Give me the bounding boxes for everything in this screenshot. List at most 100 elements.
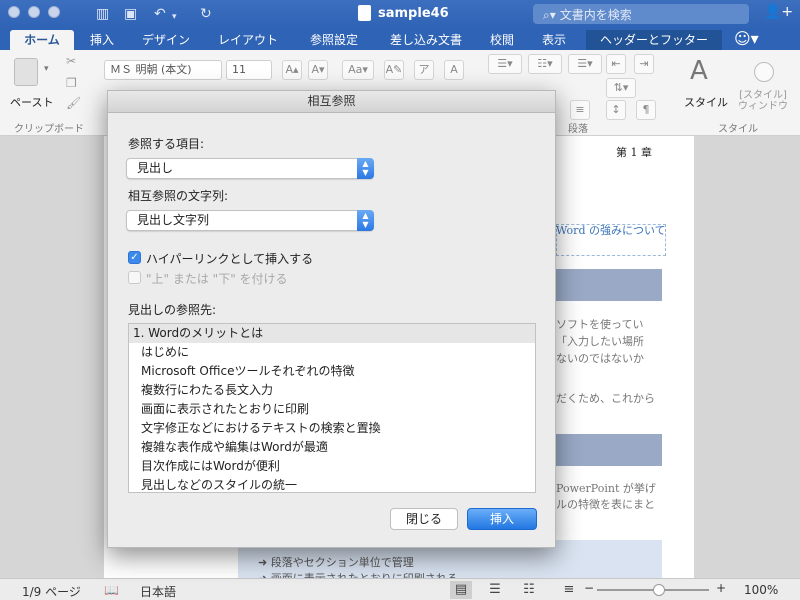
list-item[interactable]: 目次作成にはWordが便利 <box>129 457 535 476</box>
body-line: ソフトを使ってい <box>556 318 644 331</box>
title-bar: ▥ ▣ ↶ ▾ ↻ sample46 ⌕▾ 文書内を検索 👤+ <box>0 0 800 28</box>
list-item[interactable]: 1. Wordのメリットとは <box>129 324 535 343</box>
font-size-value: 11 <box>232 63 246 76</box>
change-case-icon[interactable]: Aa▾ <box>342 60 374 80</box>
character-border-icon[interactable]: A <box>444 60 464 80</box>
zoom-slider-knob[interactable] <box>652 584 665 596</box>
outline-view-icon[interactable]: ☰ <box>484 581 506 599</box>
undo-dropdown-icon[interactable]: ▾ <box>172 8 177 26</box>
styles-pane-icon[interactable] <box>754 62 774 82</box>
font-name-select[interactable]: ＭＳ 明朝 (本文) <box>104 60 222 80</box>
grow-font-icon[interactable]: A▴ <box>282 60 302 80</box>
phonetic-guide-icon[interactable]: ア <box>414 60 434 80</box>
save-icon[interactable]: ▣ <box>124 5 137 23</box>
status-bar: 1/9 ページ 📖 日本語 ▤ ☰ ☷ ≡ − + 100% <box>0 578 800 600</box>
line-spacing-icon[interactable]: ↕ <box>606 100 626 120</box>
tab-view[interactable]: 表示 <box>534 30 574 50</box>
tab-insert[interactable]: 挿入 <box>82 30 122 50</box>
insert-button[interactable]: 挿入 <box>467 508 537 530</box>
page-header-text: 第 1 章 <box>616 146 652 159</box>
list-item[interactable]: 文字修正などにおけるテキストの検索と置換 <box>129 419 535 438</box>
paste-clipboard-icon[interactable] <box>14 58 38 86</box>
cut-scissors-icon[interactable]: ✂ <box>66 54 76 68</box>
zoom-window-button[interactable] <box>48 6 60 18</box>
reference-type-label: 参照する項目: <box>128 137 205 151</box>
body-line: PowerPoint が挙げ <box>556 482 656 495</box>
reference-type-select[interactable]: 見出し ▲ ▼ <box>126 158 374 179</box>
body-line: だくため、これから <box>556 392 655 405</box>
dialog-title: 相互参照 <box>108 91 555 113</box>
styles-button-label[interactable]: スタイル <box>684 94 728 110</box>
tab-layout[interactable]: レイアウト <box>210 30 286 50</box>
search-document-field[interactable]: ⌕▾ 文書内を検索 <box>533 4 749 24</box>
zoom-slider[interactable] <box>597 584 709 596</box>
page-count[interactable]: 1/9 ページ <box>22 583 81 600</box>
paragraph-mark-icon[interactable]: ¶ <box>636 100 656 120</box>
print-layout-view-icon[interactable]: ▤ <box>450 581 472 599</box>
font-name-value: ＭＳ 明朝 (本文) <box>110 63 192 76</box>
close-window-button[interactable] <box>8 6 20 18</box>
styles-gallery-icon[interactable]: A <box>690 56 708 86</box>
list-item[interactable]: Microsoft Officeツールそれぞれの特徴 <box>129 362 535 381</box>
tab-design[interactable]: デザイン <box>132 30 200 50</box>
multilevel-list-icon[interactable]: ☰▾ <box>568 54 602 74</box>
heading-band <box>554 269 662 301</box>
draft-view-icon[interactable]: ☷ <box>518 581 540 599</box>
tab-home[interactable]: ホーム <box>10 30 74 50</box>
tab-header-footer[interactable]: ヘッダーとフッター <box>586 30 722 50</box>
language-indicator[interactable]: 日本語 <box>140 583 176 600</box>
body-line: ないのではないか <box>556 352 644 365</box>
styles-pane-button-label[interactable]: [スタイル] ウィンドウ <box>738 90 788 112</box>
ribbon-tabs: ホーム 挿入 デザイン レイアウト 参照設定 差し込み文書 校閲 表示 ヘッダー… <box>0 28 800 50</box>
insert-reference-select[interactable]: 見出し文字列 ▲ ▼ <box>126 210 374 231</box>
minimize-window-button[interactable] <box>28 6 40 18</box>
body-line: 「入力したい場所 <box>556 335 644 348</box>
increase-indent-icon[interactable]: ⇥ <box>634 54 654 74</box>
above-below-checkbox-label: "上" または "下" を付ける <box>146 272 288 286</box>
search-placeholder: 文書内を検索 <box>559 8 632 22</box>
body-line: ルの特徴を表にまと <box>556 498 655 511</box>
bullet-text: 段落やセクション単位で管理 <box>270 556 414 569</box>
bullet-line: ➜ 段落やセクション単位で管理 <box>258 556 414 569</box>
tab-mailings[interactable]: 差し込み文書 <box>382 30 470 50</box>
above-below-checkbox[interactable] <box>128 271 141 284</box>
paste-button-label[interactable]: ペースト <box>10 94 53 110</box>
tab-references[interactable]: 参照設定 <box>300 30 368 50</box>
paste-dropdown-icon[interactable]: ▾ <box>44 64 49 74</box>
shrink-font-icon[interactable]: A▾ <box>308 60 328 80</box>
updown-chevron-icon: ▲ ▼ <box>357 158 374 179</box>
zoom-level[interactable]: 100% <box>744 583 778 597</box>
close-button[interactable]: 閉じる <box>390 508 458 530</box>
numbering-icon[interactable]: ☷▾ <box>528 54 562 74</box>
copy-icon[interactable]: ❐ <box>66 76 77 90</box>
web-layout-view-icon[interactable]: ≡ <box>558 581 580 599</box>
heading-band <box>554 434 662 466</box>
sort-icon[interactable]: ⇅▾ <box>606 78 636 98</box>
hyperlink-checkbox-label[interactable]: ハイパーリンクとして挿入する <box>146 250 313 267</box>
list-item[interactable]: 見出しなどのスタイルの統一 <box>129 476 535 492</box>
cross-reference-dialog: 相互参照 参照する項目: 見出し ▲ ▼ 相互参照の文字列: 見出し文字列 ▲ ▼ … <box>107 90 556 548</box>
feedback-smiley-icon[interactable]: ☺▾ <box>734 30 759 48</box>
bullets-icon[interactable]: ☰▾ <box>488 54 522 74</box>
clear-formatting-icon[interactable]: A✎ <box>384 60 404 80</box>
hyperlink-checkbox[interactable]: ✓ <box>128 251 141 264</box>
heading-list[interactable]: 1. Wordのメリットとは はじめに Microsoft Officeツールそ… <box>128 323 536 493</box>
tab-review[interactable]: 校閲 <box>482 30 522 50</box>
sidebar-icon[interactable]: ▥ <box>96 5 109 23</box>
insert-reference-value: 見出し文字列 <box>137 213 210 227</box>
list-item[interactable]: 複数行にわたる長文入力 <box>129 381 535 400</box>
list-item[interactable]: 複雑な表作成や編集はWordが最適 <box>129 438 535 457</box>
decrease-indent-icon[interactable]: ⇤ <box>606 54 626 74</box>
redo-icon[interactable]: ↻ <box>200 5 212 23</box>
undo-icon[interactable]: ↶ <box>154 5 166 23</box>
justify-icon[interactable]: ≡ <box>570 100 590 120</box>
styles-group-label: スタイル <box>718 124 758 135</box>
share-person-icon[interactable]: 👤+ <box>764 4 793 20</box>
list-item[interactable]: 画面に表示されたとおりに印刷 <box>129 400 535 419</box>
zoom-out-icon[interactable]: − <box>584 581 594 595</box>
font-size-select[interactable]: 11 <box>226 60 272 80</box>
list-item[interactable]: はじめに <box>129 343 535 362</box>
format-painter-icon[interactable]: 🖌 <box>66 96 81 110</box>
proofing-icon[interactable]: 📖 <box>104 583 119 597</box>
zoom-in-icon[interactable]: + <box>716 581 726 595</box>
